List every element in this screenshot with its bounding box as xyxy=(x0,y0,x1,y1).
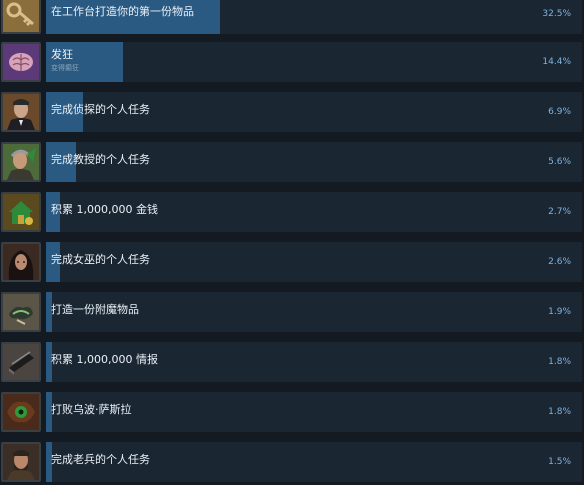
achievement-name: 完成侦探的个人任务 xyxy=(51,103,150,116)
progress-track: 完成教授的个人任务 5.6% xyxy=(46,142,582,182)
books-icon xyxy=(1,342,41,382)
achievement-name: 完成女巫的个人任务 xyxy=(51,253,150,266)
achievement-row[interactable]: 积累 1,000,000 情报 1.8% xyxy=(0,342,584,385)
progress-track: 积累 1,000,000 金钱 2.7% xyxy=(46,192,582,232)
progress-track: 完成老兵的个人任务 1.5% xyxy=(46,442,582,482)
progress-track: 完成女巫的个人任务 2.6% xyxy=(46,242,582,282)
achievement-name: 打造一份附魔物品 xyxy=(51,303,139,316)
enchanted-item-icon xyxy=(1,292,41,332)
achievement-percent: 6.9% xyxy=(548,107,571,117)
achievement-row[interactable]: 发狂 变得癫狂 14.4% xyxy=(0,42,584,85)
achievement-name: 积累 1,000,000 金钱 xyxy=(51,203,158,216)
detective-portrait-icon xyxy=(1,92,41,132)
progress-track: 在工作台打造你的第一份物品 32.5% xyxy=(46,0,582,34)
achievement-percent: 2.6% xyxy=(548,257,571,267)
achievement-description: 变得癫狂 xyxy=(51,64,79,72)
key-icon xyxy=(1,0,41,34)
achievement-row[interactable]: 完成老兵的个人任务 1.5% xyxy=(0,442,584,485)
achievement-percent: 1.8% xyxy=(548,357,571,367)
achievement-percent: 1.8% xyxy=(548,407,571,417)
achievement-row[interactable]: 在工作台打造你的第一份物品 32.5% xyxy=(0,0,584,37)
achievement-percent: 5.6% xyxy=(548,157,571,167)
professor-portrait-icon xyxy=(1,142,41,182)
progress-track: 打造一份附魔物品 1.9% xyxy=(46,292,582,332)
achievement-percent: 14.4% xyxy=(542,57,571,67)
achievement-name: 完成教授的个人任务 xyxy=(51,153,150,166)
achievement-percent: 32.5% xyxy=(542,9,571,19)
achievement-list: 在工作台打造你的第一份物品 32.5% 发狂 变得癫狂 14.4% 完成侦探的个… xyxy=(0,0,584,484)
achievement-name: 打败乌波·萨斯拉 xyxy=(51,403,132,416)
achievement-row[interactable]: 完成教授的个人任务 5.6% xyxy=(0,142,584,185)
achievement-name: 发狂 xyxy=(51,48,73,61)
achievement-row[interactable]: 打败乌波·萨斯拉 1.8% xyxy=(0,392,584,435)
achievement-row[interactable]: 打造一份附魔物品 1.9% xyxy=(0,292,584,335)
progress-track: 发狂 变得癫狂 14.4% xyxy=(46,42,582,82)
brain-icon xyxy=(1,42,41,82)
achievement-percent: 1.5% xyxy=(548,457,571,467)
progress-track: 打败乌波·萨斯拉 1.8% xyxy=(46,392,582,432)
progress-track: 积累 1,000,000 情报 1.8% xyxy=(46,342,582,382)
achievement-percent: 2.7% xyxy=(548,207,571,217)
achievement-name: 完成老兵的个人任务 xyxy=(51,453,150,466)
progress-track: 完成侦探的个人任务 6.9% xyxy=(46,92,582,132)
eye-monster-icon xyxy=(1,392,41,432)
achievement-row[interactable]: 完成侦探的个人任务 6.9% xyxy=(0,92,584,135)
witch-portrait-icon xyxy=(1,242,41,282)
achievement-name: 在工作台打造你的第一份物品 xyxy=(51,5,194,18)
achievement-row[interactable]: 完成女巫的个人任务 2.6% xyxy=(0,242,584,285)
veteran-portrait-icon xyxy=(1,442,41,482)
achievement-percent: 1.9% xyxy=(548,307,571,317)
achievement-row[interactable]: 积累 1,000,000 金钱 2.7% xyxy=(0,192,584,235)
house-icon xyxy=(1,192,41,232)
achievement-name: 积累 1,000,000 情报 xyxy=(51,353,158,366)
